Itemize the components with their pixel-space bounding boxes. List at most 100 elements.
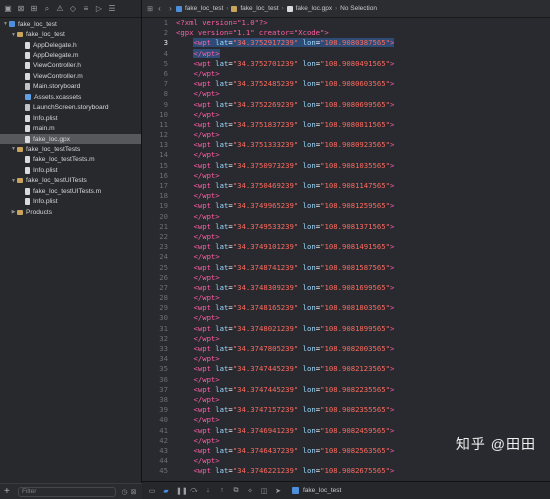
environment-icon[interactable]: ◫ bbox=[260, 487, 268, 495]
code-line[interactable]: 39 <wpt lat="34.3747157239" lon="108.908… bbox=[142, 405, 550, 415]
navigator-item[interactable]: ViewController.m bbox=[0, 71, 141, 81]
code-line[interactable]: 20 </wpt> bbox=[142, 212, 550, 222]
code-line[interactable]: 34 </wpt> bbox=[142, 354, 550, 364]
location-icon[interactable]: ➤ bbox=[274, 487, 282, 495]
disclosure-triangle-icon[interactable]: ▼ bbox=[10, 32, 17, 38]
code-line[interactable]: 10 </wpt> bbox=[142, 110, 550, 120]
code-line[interactable]: 19 <wpt lat="34.3749965239" lon="108.908… bbox=[142, 201, 550, 211]
navigator-item[interactable]: fake_loc.gpx bbox=[0, 133, 141, 145]
folder-icon[interactable]: ▣ bbox=[4, 4, 12, 13]
navigator-item[interactable]: ▼ fake_loc_testUITests bbox=[0, 176, 141, 186]
code-line[interactable]: 18 </wpt> bbox=[142, 191, 550, 201]
code-area[interactable]: 1 <?xml version="1.0"?> 2 <gpx version="1.1… bbox=[142, 18, 550, 481]
breakpoint-icon[interactable]: ▷ bbox=[95, 4, 103, 13]
code-line[interactable]: 28 </wpt> bbox=[142, 293, 550, 303]
code-line[interactable]: 4 </wpt> bbox=[142, 48, 550, 59]
code-line[interactable]: 6 </wpt> bbox=[142, 69, 550, 79]
debug-icon[interactable]: ≡ bbox=[82, 4, 90, 13]
warning-icon[interactable]: ⚠ bbox=[56, 4, 64, 13]
line-text: </wpt> bbox=[193, 110, 219, 119]
navigator-item[interactable]: AppDelegate.m bbox=[0, 50, 141, 60]
code-line[interactable]: 8 </wpt> bbox=[142, 89, 550, 99]
navigator-item[interactable]: ViewController.h bbox=[0, 61, 141, 71]
code-line[interactable]: 9 <wpt lat="34.3752269239" lon="108.9080… bbox=[142, 100, 550, 110]
code-line[interactable]: 31 <wpt lat="34.3748021239" lon="108.908… bbox=[142, 324, 550, 334]
add-file-button[interactable]: + bbox=[4, 486, 14, 497]
navigator-item[interactable]: ▼ fake_loc_testTests bbox=[0, 144, 141, 154]
navigator-item[interactable]: Info.plist bbox=[0, 165, 141, 175]
source-control-icon[interactable]: ⊠ bbox=[17, 4, 25, 13]
navigator-item[interactable]: LaunchScreen.storyboard bbox=[0, 103, 141, 113]
code-line[interactable]: 25 <wpt lat="34.3748741239" lon="108.908… bbox=[142, 263, 550, 273]
navigator-item[interactable]: Main.storyboard bbox=[0, 82, 141, 92]
disclosure-triangle-icon[interactable]: ▼ bbox=[10, 178, 17, 184]
code-line[interactable]: 2 <gpx version="1.1" creator="Xcode"> bbox=[142, 28, 550, 38]
code-line[interactable]: 40 </wpt> bbox=[142, 415, 550, 425]
disclosure-triangle-icon[interactable]: ▶ bbox=[10, 209, 17, 215]
navigator-item[interactable]: main.m bbox=[0, 123, 141, 133]
disclosure-triangle-icon[interactable]: ▼ bbox=[10, 146, 17, 152]
navigator-item[interactable]: Assets.xcassets bbox=[0, 92, 141, 102]
code-line[interactable]: 12 </wpt> bbox=[142, 130, 550, 140]
navigator-item[interactable]: ▼ fake_loc_test bbox=[0, 29, 141, 39]
code-line[interactable]: 32 </wpt> bbox=[142, 334, 550, 344]
navigator-item[interactable]: Info.plist bbox=[0, 196, 141, 206]
related-items-icon[interactable]: ⊞ bbox=[146, 5, 154, 13]
navigator-item[interactable]: ▶ Products bbox=[0, 207, 141, 217]
code-line[interactable]: 13 <wpt lat="34.3751333239" lon="108.908… bbox=[142, 140, 550, 150]
code-line[interactable]: 29 <wpt lat="34.3748165239" lon="108.908… bbox=[142, 303, 550, 313]
step-in-icon[interactable]: ↓ bbox=[204, 487, 212, 494]
code-line[interactable]: 1 <?xml version="1.0"?> bbox=[142, 18, 550, 28]
breakpoints-toggle-icon[interactable]: ▰ bbox=[162, 487, 170, 495]
code-line[interactable]: 14 </wpt> bbox=[142, 150, 550, 160]
navigator-item[interactable]: ▼ fake_loc_test bbox=[0, 19, 141, 29]
code-line[interactable]: 45 <wpt lat="34.3746221239" lon="108.908… bbox=[142, 466, 550, 476]
find-icon[interactable]: ⌕ bbox=[43, 4, 51, 13]
code-line[interactable]: 38 </wpt> bbox=[142, 395, 550, 405]
code-line[interactable]: 36 </wpt> bbox=[142, 375, 550, 385]
code-line[interactable]: 37 <wpt lat="34.3747445239" lon="108.908… bbox=[142, 385, 550, 395]
code-line[interactable]: 3 <wpt lat="34.3752917239" lon="108.9080… bbox=[142, 38, 550, 48]
process-target[interactable]: fake_loc_test bbox=[292, 487, 341, 494]
code-line[interactable]: 24 </wpt> bbox=[142, 252, 550, 262]
navigator-item[interactable]: fake_loc_testUITests.m bbox=[0, 186, 141, 196]
code-line[interactable]: 15 <wpt lat="34.3750973239" lon="108.908… bbox=[142, 161, 550, 171]
code-line[interactable]: 23 <wpt lat="34.3749101239" lon="108.908… bbox=[142, 242, 550, 252]
forward-arrow-icon[interactable]: › bbox=[165, 4, 176, 13]
report-icon[interactable]: ☰ bbox=[108, 4, 116, 13]
step-over-icon[interactable]: ⤼ bbox=[190, 487, 198, 495]
step-out-icon[interactable]: ↑ bbox=[218, 487, 226, 494]
code-line[interactable]: 7 <wpt lat="34.3752485239" lon="108.9080… bbox=[142, 79, 550, 89]
test-icon[interactable]: ◇ bbox=[69, 4, 77, 13]
code-line[interactable]: 17 <wpt lat="34.3750469239" lon="108.908… bbox=[142, 181, 550, 191]
code-line[interactable]: 5 <wpt lat="34.3752701239" lon="108.9080… bbox=[142, 59, 550, 69]
breadcrumb-group[interactable]: fake_loc_test bbox=[231, 5, 279, 12]
code-line[interactable]: 30 </wpt> bbox=[142, 313, 550, 323]
navigator-item[interactable]: Info.plist bbox=[0, 113, 141, 123]
scm-filter-icon[interactable]: ⊠ bbox=[129, 488, 138, 496]
code-line[interactable]: 33 <wpt lat="34.3747805239" lon="108.908… bbox=[142, 344, 550, 354]
memory-graph-icon[interactable]: ✧ bbox=[246, 487, 254, 495]
disclosure-triangle-icon[interactable]: ▼ bbox=[2, 21, 9, 27]
pause-icon[interactable]: ❚❚ bbox=[176, 487, 188, 495]
navigator-item[interactable]: AppDelegate.h bbox=[0, 40, 141, 50]
recent-files-icon[interactable]: ◷ bbox=[120, 488, 129, 496]
view-debugger-icon[interactable]: ⧉ bbox=[232, 487, 240, 495]
code-line[interactable]: 11 <wpt lat="34.3751837239" lon="108.908… bbox=[142, 120, 550, 130]
code-line[interactable]: 16 </wpt> bbox=[142, 171, 550, 181]
code-line[interactable]: 21 <wpt lat="34.3749533239" lon="108.908… bbox=[142, 222, 550, 232]
breadcrumb-selection[interactable]: No Selection bbox=[340, 5, 377, 12]
back-arrow-icon[interactable]: ‹ bbox=[154, 4, 165, 13]
breadcrumb-project[interactable]: fake_loc_test bbox=[176, 5, 223, 12]
code-line[interactable]: 26 </wpt> bbox=[142, 273, 550, 283]
symbol-icon[interactable]: ⊞ bbox=[30, 4, 38, 13]
xml-text: </wpt> bbox=[193, 170, 220, 180]
hide-debug-area-icon[interactable]: ▭ bbox=[148, 487, 156, 495]
navigator-item[interactable]: fake_loc_testTests.m bbox=[0, 155, 141, 165]
code-line[interactable]: 27 <wpt lat="34.3748309239" lon="108.908… bbox=[142, 283, 550, 293]
filter-input[interactable]: Filter bbox=[18, 486, 116, 497]
code-line[interactable]: 22 </wpt> bbox=[142, 232, 550, 242]
code-line[interactable]: 44 </wpt> bbox=[142, 456, 550, 466]
code-line[interactable]: 35 <wpt lat="34.3747445239" lon="108.908… bbox=[142, 364, 550, 374]
breadcrumb-file[interactable]: fake_loc.gpx bbox=[286, 5, 332, 12]
